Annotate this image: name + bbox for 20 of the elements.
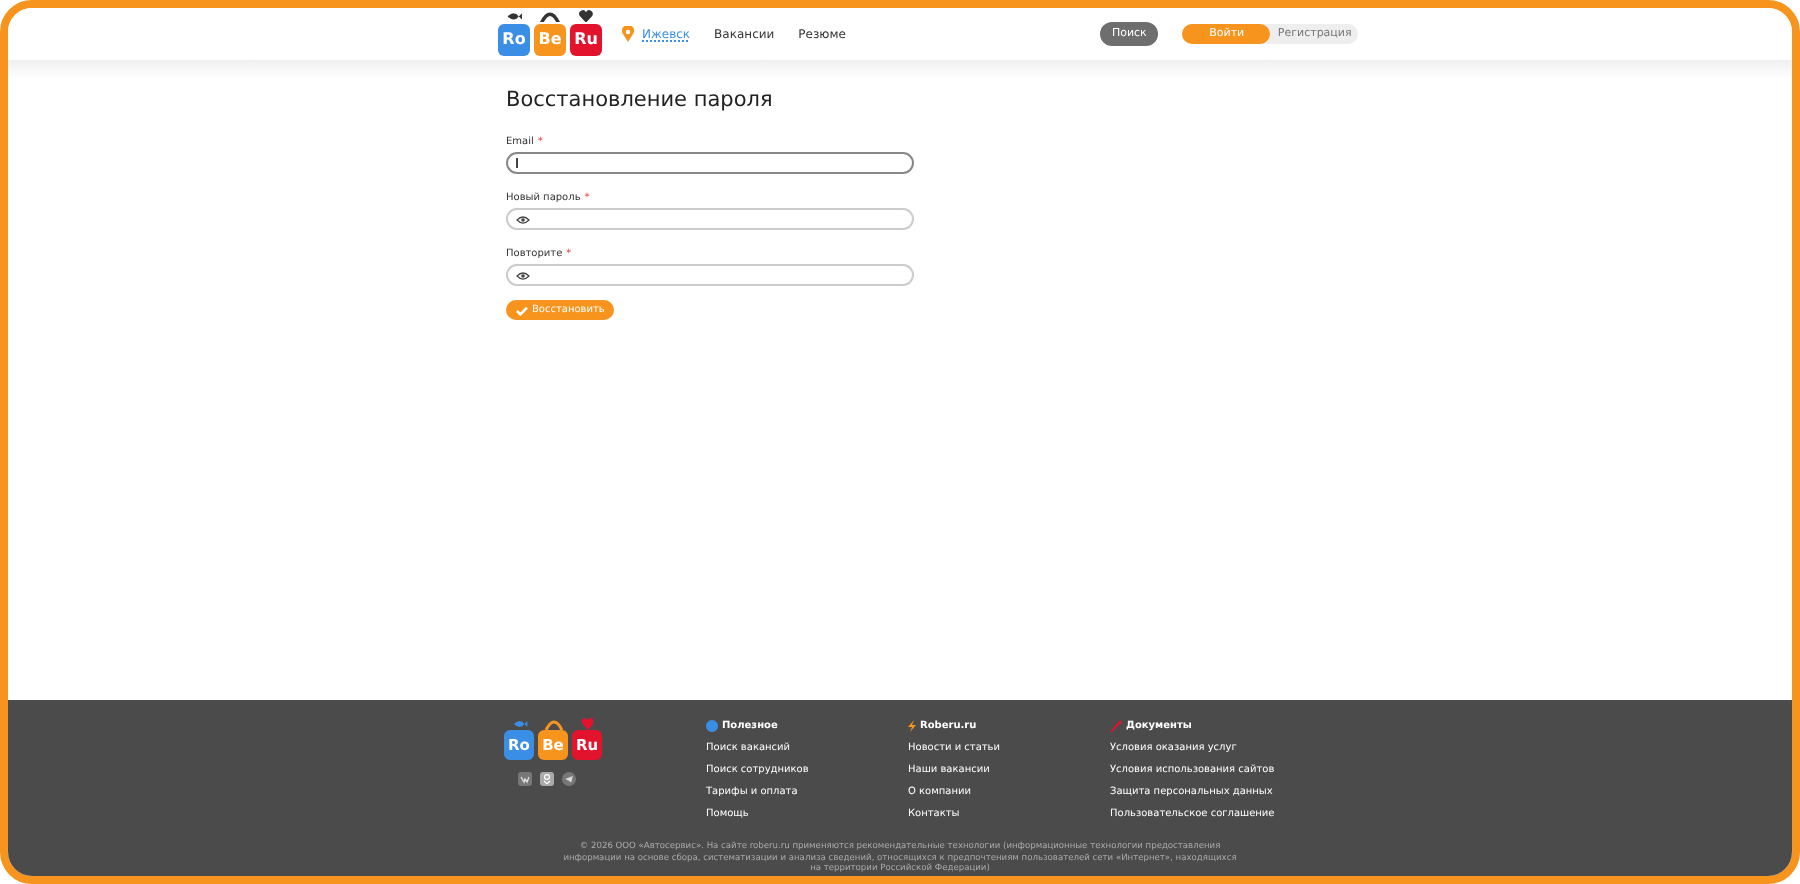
info-icon (706, 720, 718, 732)
input-field[interactable] (506, 152, 914, 174)
pen-icon (1110, 720, 1122, 732)
heart-icon (580, 717, 594, 729)
fish-icon (505, 9, 523, 22)
telegram-icon[interactable] (562, 772, 576, 787)
input-field[interactable] (506, 208, 914, 230)
vk-icon[interactable] (518, 772, 532, 787)
lightning-icon (908, 720, 916, 732)
odnoklassniki-icon[interactable] (540, 772, 554, 787)
check-icon (516, 305, 528, 315)
heart-icon (578, 9, 594, 22)
page-title: Восстановление пароля (506, 88, 775, 112)
eye-icon[interactable] (516, 215, 530, 223)
fish-icon (510, 717, 528, 729)
input-field[interactable] (506, 264, 914, 286)
eye-icon[interactable] (516, 271, 530, 279)
location-pin-icon (622, 26, 634, 42)
arc-icon (542, 717, 564, 729)
arc-icon (538, 9, 562, 22)
